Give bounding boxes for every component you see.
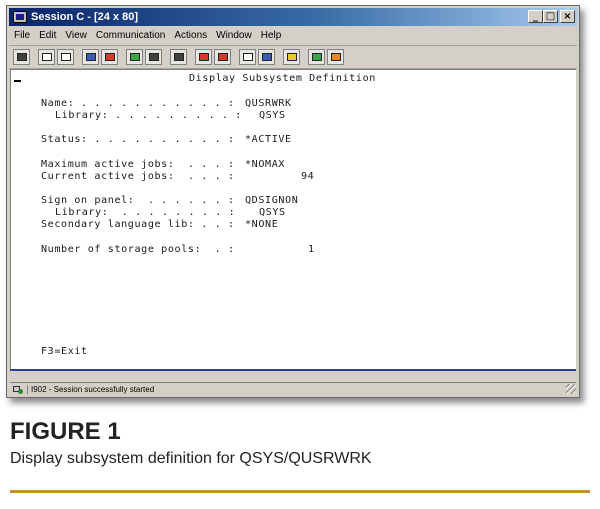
status-label: Status: . . . . . . . . . . : <box>41 134 235 145</box>
figure-caption: Display subsystem definition for QSYS/QU… <box>10 450 372 467</box>
keypad-icon[interactable] <box>145 49 162 65</box>
text-cursor <box>14 80 21 82</box>
figure-rule <box>10 490 590 493</box>
f3-exit-key[interactable]: F3=Exit <box>41 346 88 358</box>
figure-title: FIGURE 1 <box>10 418 121 445</box>
storage-pools-value: 1 <box>308 244 315 255</box>
minimize-button[interactable]: _ <box>528 10 543 23</box>
status-message: I902 - Session successfully started <box>27 385 154 394</box>
secondary-lang-label: Secondary language lib: . . : <box>41 219 235 230</box>
storage-pools-label: Number of storage pools: . : <box>41 244 235 255</box>
emulator-window: Session C - [24 x 80] _ □ × File Edit Vi… <box>6 5 580 398</box>
print-screen-icon[interactable] <box>13 49 30 65</box>
signon-value: QDSIGNON <box>245 195 299 206</box>
record-icon[interactable] <box>195 49 212 65</box>
session-icon[interactable] <box>13 11 27 23</box>
receive-icon[interactable] <box>101 49 118 65</box>
library-value: QSYS <box>259 110 286 121</box>
macro-icon[interactable] <box>170 49 187 65</box>
title-bar[interactable]: Session C - [24 x 80] _ □ × <box>9 8 577 26</box>
name-value: QUSRWRK <box>245 98 292 109</box>
play-icon[interactable] <box>214 49 231 65</box>
secondary-lang-value: *NONE <box>245 219 279 230</box>
menu-help[interactable]: Help <box>261 30 282 41</box>
current-jobs-value: 94 <box>301 171 315 182</box>
max-jobs-label: Maximum active jobs: . . . : <box>41 159 235 170</box>
menu-bar: File Edit View Communication Actions Win… <box>9 27 577 44</box>
send-icon[interactable] <box>82 49 99 65</box>
paste-icon[interactable] <box>57 49 74 65</box>
menu-window[interactable]: Window <box>216 30 252 41</box>
library-label: Library: . . . . . . . . . : <box>55 110 242 121</box>
menu-view[interactable]: View <box>65 30 87 41</box>
name-label: Name: . . . . . . . . . . . : <box>41 98 235 109</box>
menu-file[interactable]: File <box>14 30 30 41</box>
screen-heading: Display Subsystem Definition <box>189 73 376 84</box>
current-jobs-label: Current active jobs: . . . : <box>41 171 235 182</box>
window-title: Session C - [24 x 80] <box>31 11 138 23</box>
connect-icon[interactable] <box>283 49 300 65</box>
max-jobs-value: *NOMAX <box>245 159 286 170</box>
resize-grip-icon[interactable] <box>566 384 576 394</box>
menu-communication[interactable]: Communication <box>96 30 165 41</box>
settings-icon[interactable] <box>239 49 256 65</box>
copy-icon[interactable] <box>38 49 55 65</box>
status-bar: I902 - Session successfully started <box>10 382 576 396</box>
signon-label: Sign on panel: . . . . . . : <box>41 195 235 206</box>
pencil-icon[interactable] <box>327 49 344 65</box>
window-controls: _ □ × <box>528 10 575 23</box>
close-button[interactable]: × <box>560 10 575 23</box>
menu-actions[interactable]: Actions <box>174 30 207 41</box>
toolbar <box>9 45 577 69</box>
session-status-icon <box>13 385 23 394</box>
status-value: *ACTIVE <box>245 134 292 145</box>
terminal-screen[interactable]: Display Subsystem Definition Name: . . .… <box>10 69 576 369</box>
maximize-button[interactable]: □ <box>543 10 558 23</box>
signon-library-value: QSYS <box>259 207 286 218</box>
signon-library-label: Library: . . . . . . . . : <box>55 207 236 218</box>
screen-divider <box>10 369 576 371</box>
help-icon[interactable] <box>258 49 275 65</box>
globe-icon[interactable] <box>308 49 325 65</box>
menu-edit[interactable]: Edit <box>39 30 56 41</box>
display-icon[interactable] <box>126 49 143 65</box>
